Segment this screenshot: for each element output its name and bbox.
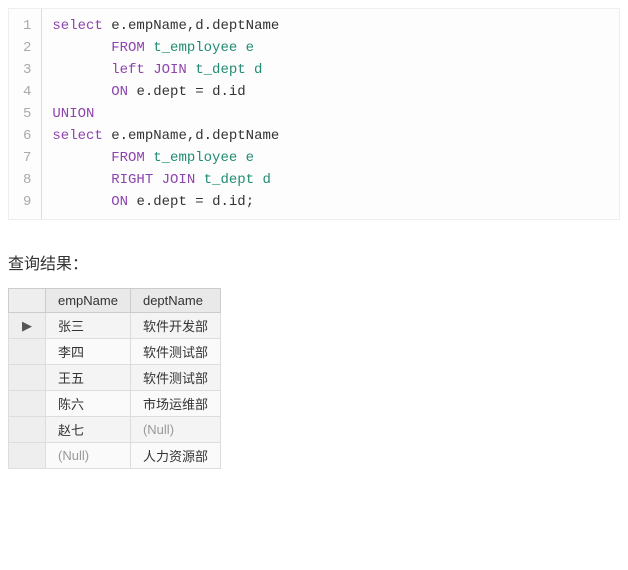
table-cell: 王五 bbox=[46, 365, 131, 391]
line-number: 1 bbox=[23, 15, 31, 37]
table-cell: 人力资源部 bbox=[130, 443, 220, 469]
line-number-gutter: 123456789 bbox=[9, 9, 42, 219]
line-number: 7 bbox=[23, 147, 31, 169]
line-number: 6 bbox=[23, 125, 31, 147]
row-marker: ▶ bbox=[9, 313, 46, 339]
line-number: 5 bbox=[23, 103, 31, 125]
code-line: UNION bbox=[52, 103, 279, 125]
code-token: select bbox=[52, 18, 111, 34]
code-token: t_dept d bbox=[204, 172, 271, 188]
code-token: dept bbox=[153, 84, 195, 100]
table-cell: 李四 bbox=[46, 339, 131, 365]
code-line: left JOIN t_dept d bbox=[52, 59, 279, 81]
table-row: 赵七(Null) bbox=[9, 417, 221, 443]
code-token: ON bbox=[111, 194, 136, 210]
code-content: select e.empName,d.deptName FROM t_emplo… bbox=[42, 9, 289, 219]
table-row: 王五软件测试部 bbox=[9, 365, 221, 391]
code-token: FROM bbox=[111, 40, 153, 56]
code-token: , bbox=[187, 128, 195, 144]
table-cell: (Null) bbox=[130, 417, 220, 443]
code-token: . bbox=[204, 18, 212, 34]
line-number: 2 bbox=[23, 37, 31, 59]
table-row: (Null)人力资源部 bbox=[9, 443, 221, 469]
code-token: d bbox=[195, 128, 203, 144]
code-token: . bbox=[145, 194, 153, 210]
row-marker-header bbox=[9, 289, 46, 313]
line-number: 8 bbox=[23, 169, 31, 191]
code-token: = bbox=[195, 84, 212, 100]
code-token: e bbox=[111, 128, 119, 144]
code-token: empName bbox=[128, 128, 187, 144]
code-token: ON bbox=[111, 84, 136, 100]
code-token bbox=[52, 172, 111, 188]
code-line: select e.empName,d.deptName bbox=[52, 15, 279, 37]
table-cell: 市场运维部 bbox=[130, 391, 220, 417]
table-row: 陈六市场运维部 bbox=[9, 391, 221, 417]
table-cell: (Null) bbox=[46, 443, 131, 469]
code-token: UNION bbox=[52, 106, 94, 122]
code-token bbox=[52, 194, 111, 210]
code-token: , bbox=[187, 18, 195, 34]
table-row: ▶张三软件开发部 bbox=[9, 313, 221, 339]
row-marker bbox=[9, 339, 46, 365]
table-cell: 陈六 bbox=[46, 391, 131, 417]
code-token: ; bbox=[246, 194, 254, 210]
table-row: 李四软件测试部 bbox=[9, 339, 221, 365]
line-number: 4 bbox=[23, 81, 31, 103]
table-cell: 赵七 bbox=[46, 417, 131, 443]
code-token: left JOIN bbox=[111, 62, 195, 78]
table-cell: 软件测试部 bbox=[130, 365, 220, 391]
code-line: ON e.dept = d.id; bbox=[52, 191, 279, 213]
code-line: ON e.dept = d.id bbox=[52, 81, 279, 103]
code-token: id bbox=[229, 84, 246, 100]
code-token: e bbox=[136, 194, 144, 210]
code-token: d bbox=[195, 18, 203, 34]
row-marker bbox=[9, 443, 46, 469]
code-token: . bbox=[220, 194, 228, 210]
code-token bbox=[52, 62, 111, 78]
code-token bbox=[52, 84, 111, 100]
table-cell: 软件开发部 bbox=[130, 313, 220, 339]
code-token: . bbox=[120, 128, 128, 144]
col-header-deptname: deptName bbox=[130, 289, 220, 313]
line-number: 3 bbox=[23, 59, 31, 81]
code-token: empName bbox=[128, 18, 187, 34]
table-cell: 张三 bbox=[46, 313, 131, 339]
line-number: 9 bbox=[23, 191, 31, 213]
code-token: . bbox=[120, 18, 128, 34]
row-marker bbox=[9, 417, 46, 443]
code-token: select bbox=[52, 128, 111, 144]
sql-code-block: 123456789 select e.empName,d.deptName FR… bbox=[8, 8, 620, 220]
code-line: select e.empName,d.deptName bbox=[52, 125, 279, 147]
code-token: t_dept d bbox=[195, 62, 262, 78]
code-token: id bbox=[229, 194, 246, 210]
code-token: deptName bbox=[212, 128, 279, 144]
code-token bbox=[52, 150, 111, 166]
col-header-empname: empName bbox=[46, 289, 131, 313]
code-token: . bbox=[220, 84, 228, 100]
row-marker bbox=[9, 391, 46, 417]
section-title: 查询结果： bbox=[8, 250, 620, 274]
code-token: RIGHT JOIN bbox=[111, 172, 203, 188]
code-token: dept bbox=[153, 194, 195, 210]
code-token: e bbox=[136, 84, 144, 100]
code-token: . bbox=[204, 128, 212, 144]
code-token: t_employee e bbox=[153, 40, 254, 56]
table-header-row: empName deptName bbox=[9, 289, 221, 313]
code-line: RIGHT JOIN t_dept d bbox=[52, 169, 279, 191]
code-line: FROM t_employee e bbox=[52, 37, 279, 59]
table-cell: 软件测试部 bbox=[130, 339, 220, 365]
code-token: deptName bbox=[212, 18, 279, 34]
code-token: e bbox=[111, 18, 119, 34]
result-table: empName deptName ▶张三软件开发部李四软件测试部王五软件测试部陈… bbox=[8, 288, 221, 469]
code-token: FROM bbox=[111, 150, 153, 166]
code-token: t_employee e bbox=[153, 150, 254, 166]
code-token: . bbox=[145, 84, 153, 100]
code-token bbox=[52, 40, 111, 56]
code-line: FROM t_employee e bbox=[52, 147, 279, 169]
code-token: = bbox=[195, 194, 212, 210]
row-marker bbox=[9, 365, 46, 391]
